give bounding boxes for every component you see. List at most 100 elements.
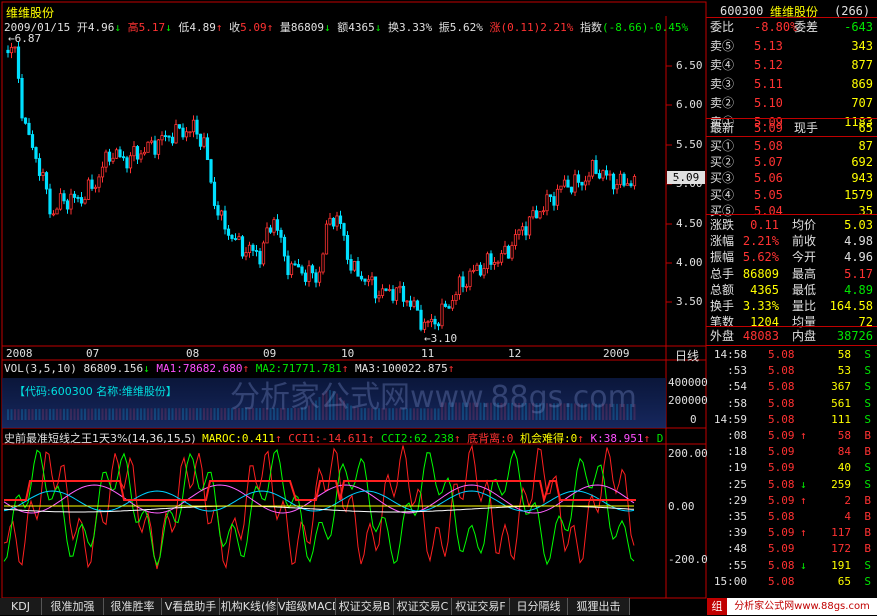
- tab-8[interactable]: 权证交易F: [452, 598, 510, 615]
- candle-body: [576, 174, 581, 183]
- sell-row[interactable]: 卖② 5.10 707: [708, 95, 877, 111]
- price-axis-label: 4.00: [676, 256, 703, 269]
- candle-body: [240, 236, 245, 257]
- candle-body: [359, 275, 364, 280]
- buy-row[interactable]: 买② 5.07 692: [708, 154, 877, 170]
- tab-0[interactable]: KDJ: [0, 598, 42, 615]
- candle-body: [293, 263, 297, 266]
- price-high-annotation: ←6.87: [8, 32, 42, 45]
- tick-volume: 58: [837, 429, 851, 442]
- time-axis-label: 12: [508, 347, 522, 360]
- tick-price: 5.08: [768, 477, 795, 491]
- tick-price: 5.08: [768, 396, 795, 410]
- sell-row[interactable]: 卖⑤ 5.13 343: [708, 38, 877, 54]
- stat-label-2: 量比: [792, 299, 817, 313]
- corner-tab[interactable]: 组: [707, 598, 727, 615]
- candle-body: [258, 250, 262, 265]
- stat-row: 总额 4365 最低 4.89: [708, 282, 877, 298]
- chg-label: 涨: [489, 21, 501, 34]
- sell-row[interactable]: 卖③ 5.11 869: [708, 76, 877, 92]
- tick-volume: 40: [837, 461, 851, 475]
- buy-volume: 943: [851, 171, 873, 186]
- candle-body: [440, 303, 444, 327]
- stat-value: 86809: [742, 266, 779, 281]
- buy-volume: 692: [851, 155, 873, 170]
- indicator-title[interactable]: 史前最准短线之王1天3%(14,36,15,5): [4, 432, 196, 445]
- sell-price: 5.11: [754, 77, 783, 91]
- tick-volume: 58: [837, 348, 851, 361]
- sell-row[interactable]: 卖④ 5.12 877: [708, 57, 877, 73]
- candle-body: [338, 215, 343, 224]
- quote-value: 5.09: [754, 121, 783, 135]
- tab-2[interactable]: 很准胜率: [104, 598, 162, 615]
- tick-row: :25 5.08 ↓ 259 S: [708, 477, 877, 493]
- tick-row: 14:59 5.08 111 S: [708, 412, 877, 428]
- stat-value-2: 5.17: [844, 266, 873, 281]
- stat-value: 2.21%: [742, 234, 779, 249]
- tab-6[interactable]: 权证交易B: [336, 598, 394, 615]
- candle-body: [489, 253, 493, 265]
- candle-body: [212, 181, 217, 206]
- stat-label-2: 前收: [792, 234, 817, 249]
- volume-axis-label: 0: [690, 413, 697, 426]
- indicator-axis-label: 200.00: [668, 447, 708, 460]
- tick-side: B: [864, 510, 871, 523]
- tick-time: :18: [727, 445, 747, 459]
- candle-body: [90, 179, 94, 189]
- candle-body: [51, 213, 56, 216]
- stat-value: 0.11: [750, 218, 779, 232]
- tick-price: 5.09: [768, 461, 795, 475]
- tab-10[interactable]: 狐狸出击: [568, 598, 630, 615]
- candle-body: [510, 245, 514, 259]
- buy-row[interactable]: 买③ 5.06 943: [708, 170, 877, 186]
- tick-side: S: [864, 558, 871, 572]
- sell-label: 卖③: [710, 77, 735, 91]
- idx-value: (-8.66)-0.45%: [601, 21, 689, 34]
- period-label[interactable]: 日线: [675, 347, 699, 364]
- buy-row[interactable]: 买① 5.08 87: [708, 138, 877, 154]
- stat-value: 5.62%: [742, 250, 779, 265]
- tick-price: 5.09: [768, 445, 795, 459]
- tick-side: B: [864, 429, 871, 442]
- amp-label: 振: [438, 21, 450, 34]
- quote-divider: [706, 345, 877, 346]
- tick-side: B: [864, 445, 871, 459]
- quote-value-2: -643: [844, 20, 873, 34]
- candle-body: [121, 156, 126, 159]
- candle-body: [303, 272, 308, 282]
- candle-body: [233, 238, 238, 240]
- candle-body: [216, 205, 220, 216]
- candle-body: [471, 269, 476, 272]
- tab-5[interactable]: V超级MACD: [278, 598, 336, 615]
- tick-volume: 84: [837, 445, 851, 459]
- candle-body: [380, 288, 385, 296]
- tab-1[interactable]: 很准加强: [42, 598, 104, 615]
- candle-body: [587, 175, 591, 182]
- candle-body: [356, 261, 360, 277]
- buy-row[interactable]: 买④ 5.05 1579: [708, 187, 877, 203]
- candle-body: [531, 210, 535, 218]
- tick-price: 5.09: [768, 429, 795, 442]
- quote-divider: [706, 118, 877, 119]
- candle-body: [408, 300, 413, 307]
- time-axis-label: 10: [341, 347, 355, 360]
- tick-price: 5.09: [768, 493, 795, 507]
- candle-body: [594, 160, 598, 174]
- candle-body: [391, 289, 395, 301]
- tab-7[interactable]: 权证交易C: [394, 598, 452, 615]
- indicator-lines: [3, 444, 636, 570]
- candle-body: [447, 306, 451, 309]
- candle-body: [16, 46, 21, 79]
- tick-side: S: [864, 380, 871, 394]
- candle-body: [349, 259, 353, 271]
- candle-body: [282, 236, 287, 257]
- waipan-label: 外盘: [710, 329, 735, 343]
- amt-label: 额: [337, 21, 349, 34]
- candle-body: [58, 193, 63, 210]
- buy-price: 5.08: [754, 139, 783, 153]
- candle-body: [422, 321, 427, 330]
- tab-9[interactable]: 日分隔线: [510, 598, 568, 615]
- indicator-header: 史前最准短线之王1天3%(14,36,15,5) MAROC:0.411↑ CC…: [4, 430, 666, 446]
- tab-3[interactable]: V看盘助手: [162, 598, 220, 615]
- tab-4[interactable]: 机构K线(修: [220, 598, 278, 615]
